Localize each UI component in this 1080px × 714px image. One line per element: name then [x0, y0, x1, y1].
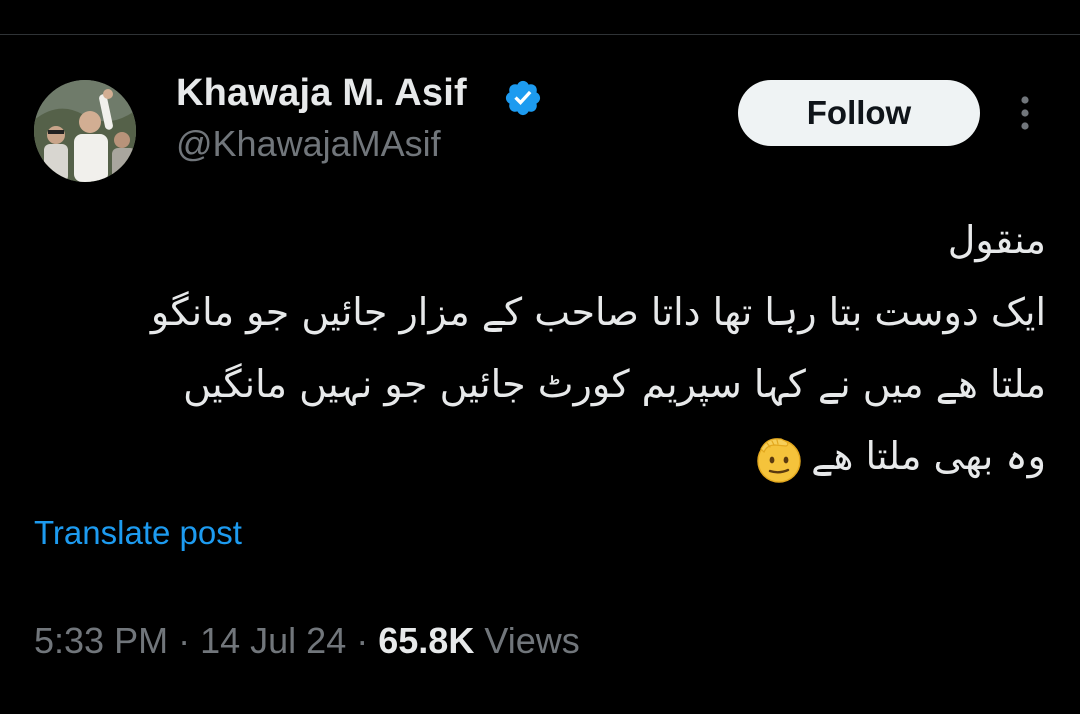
tweet-meta: 5:33 PM · 14 Jul 24 · 65.8K Views: [34, 620, 580, 662]
tweet-date[interactable]: 14 Jul 24: [200, 620, 346, 661]
follow-button[interactable]: Follow: [738, 80, 980, 146]
verified-badge-icon: [505, 80, 541, 116]
saluting-face-icon: [757, 437, 801, 483]
meta-separator: ·: [356, 620, 369, 661]
top-divider: [0, 34, 1080, 35]
views-label: Views: [484, 620, 580, 661]
user-handle[interactable]: @KhawajaMAsif: [176, 123, 441, 165]
tweet-line: ملتا ھے میں نے کہا سپریم کورٹ جائیں جو ن…: [183, 362, 1046, 406]
tweet-time[interactable]: 5:33 PM: [34, 620, 168, 661]
more-vertical-icon[interactable]: [1010, 92, 1040, 134]
meta-separator: ·: [178, 620, 191, 661]
tweet-text: منقول ایک دوست بتا رہا تھا داتا صاحب کے …: [30, 204, 1046, 492]
profile-photo: [34, 80, 136, 182]
display-name[interactable]: Khawaja M. Asif: [176, 72, 467, 115]
views-count: 65.8K: [378, 620, 475, 661]
tweet-line-last: وہ بھی ملتا ھے: [30, 420, 1046, 492]
avatar[interactable]: [34, 80, 136, 182]
tweet-line: منقول: [947, 218, 1046, 262]
tweet-line: ایک دوست بتا رہا تھا داتا صاحب کے مزار ج…: [150, 290, 1046, 334]
translate-post-link[interactable]: Translate post: [34, 514, 242, 552]
tweet-line-text: وہ بھی ملتا ھے: [811, 434, 1046, 478]
